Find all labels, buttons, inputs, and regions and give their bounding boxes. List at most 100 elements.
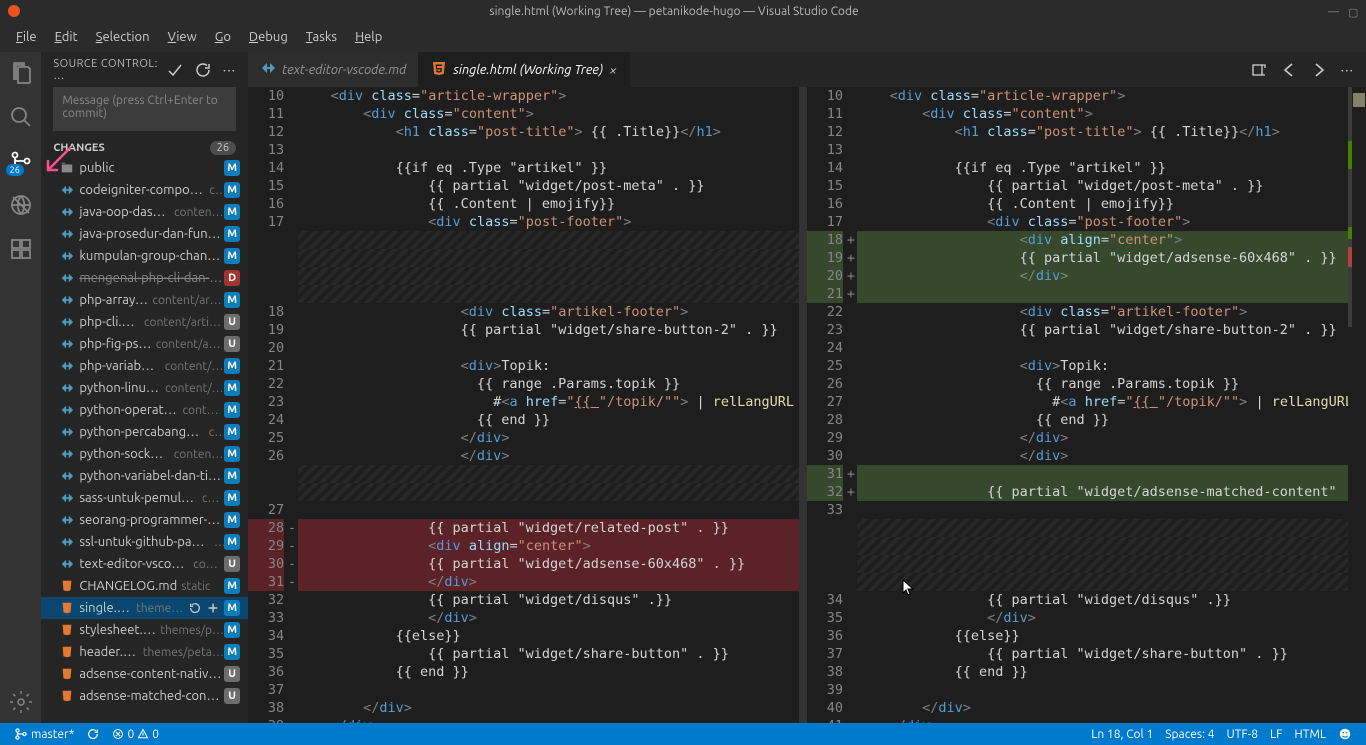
file-item[interactable]: codeigniter-composer.mdc…M [41,179,248,201]
activity-debug-icon[interactable] [8,192,34,218]
menu-edit[interactable]: Edit [47,27,86,47]
file-status-badge: U [224,688,240,704]
file-item[interactable]: php-variabel.mdcontent/ar…M [41,355,248,377]
window-close-button[interactable] [8,5,20,17]
md-icon [59,469,75,483]
status-branch[interactable]: master* [8,727,80,741]
file-item[interactable]: python-operator.mdconten…M [41,399,248,421]
menu-tasks[interactable]: Tasks [298,27,345,47]
activity-extensions-icon[interactable] [8,236,34,262]
code-left[interactable]: <div class="article-wrapper"> <div class… [298,87,799,723]
activity-explorer-icon[interactable] [8,60,34,86]
file-item[interactable]: ssl-untuk-github-pages.md…M [41,531,248,553]
window-minimize-button[interactable]: — [1328,6,1338,16]
commit-icon[interactable] [167,62,183,78]
file-item[interactable]: python-linux.mdcontent/ar…M [41,377,248,399]
file-item[interactable]: python-variabel-dan-tipe-da…M [41,465,248,487]
activity-search-icon[interactable] [8,104,34,130]
file-status-badge: D [224,270,240,286]
file-item[interactable]: single.htmlthemes/p…M [41,597,248,619]
status-language[interactable]: HTML [1288,727,1332,741]
file-list[interactable]: publicMcodeigniter-composer.mdc…Mjava-oo… [41,157,248,723]
diff-editor[interactable]: 10111213141516171819202122232425262728-2… [248,87,1366,723]
overview-ruler[interactable] [1352,87,1366,723]
status-spaces[interactable]: Spaces: 4 [1159,727,1220,741]
status-eol[interactable]: LF [1264,727,1288,741]
folder-icon [59,161,75,175]
file-name: adsense-matched-content.h… [79,689,224,703]
file-path: conten… [183,404,225,417]
file-item[interactable]: text-editor-vscode.mdcont…U [41,553,248,575]
window-controls-left [8,5,20,17]
tab-close-icon[interactable]: × [609,62,617,78]
more-icon[interactable]: ··· [223,62,236,78]
diff-original-pane[interactable]: 10111213141516171819202122232425262728-2… [248,87,807,723]
file-item[interactable]: php-cli.mdcontent/artikelU [41,311,248,333]
file-name: python-variabel-dan-tipe-da… [79,469,224,483]
file-name: text-editor-vscode.md [79,557,189,571]
refresh-icon[interactable] [195,62,211,78]
status-sync[interactable] [80,727,106,741]
md-icon [59,249,75,263]
changes-count: 26 [210,141,236,155]
file-item[interactable]: php-array.mdcontent/artikelM [41,289,248,311]
file-item[interactable]: publicM [41,157,248,179]
commit-message-input[interactable]: Message (press Ctrl+Enter to commit) [53,87,236,131]
file-item[interactable]: header.htmlthemes/petanik…M [41,641,248,663]
code-right[interactable]: <div class="article-wrapper"> <div class… [857,87,1348,723]
file-item[interactable]: sass-untuk-pemula.mdco…M [41,487,248,509]
activity-scm-icon[interactable]: 26 [8,148,34,174]
menu-help[interactable]: Help [347,27,390,47]
menu-file[interactable]: File [8,27,45,47]
activity-settings-icon[interactable] [8,689,34,715]
diff-modified-pane[interactable]: 101112131415161718+19+20+21+222324252627… [807,87,1366,723]
file-path: themes/pet… [160,624,224,637]
file-item[interactable]: java-oop-dasar.mdcontent/…M [41,201,248,223]
file-item[interactable]: php-fig-psr.mdcontent/artikelU [41,333,248,355]
file-name: python-socket.md [79,447,169,461]
file-name: adsense-content-native.htm… [79,667,224,681]
md-icon [59,447,75,461]
file-path: cont… [193,558,224,571]
file-item[interactable]: seorang-programmer-tunan…M [41,509,248,531]
status-encoding[interactable]: UTF-8 [1221,727,1264,741]
status-cursor[interactable]: Ln 18, Col 1 [1085,727,1159,741]
file-item[interactable]: adsense-content-native.htm…U [41,663,248,685]
file-status-badge: M [224,248,240,264]
file-item[interactable]: java-prosedur-dan-fungsi.m…M [41,223,248,245]
file-path: content/artikel [152,294,224,307]
file-status-badge: M [224,490,240,506]
tab-text-editor-vscode[interactable]: text-editor-vscode.md [248,52,419,87]
tab-single-html[interactable]: single.html (Working Tree) × [419,52,630,87]
changes-header[interactable]: CHANGES 26 [41,139,248,157]
window-maximize-button[interactable]: ▢ [1348,6,1358,16]
tabs-actions: ··· [1251,52,1366,87]
menu-selection[interactable]: Selection [88,27,158,47]
file-item[interactable]: python-socket.mdcontent/…M [41,443,248,465]
md-icon [59,293,75,307]
file-item[interactable]: kumpulan-group-channel-b…M [41,245,248,267]
stage-icon[interactable] [206,601,220,615]
file-item[interactable]: adsense-matched-content.h…U [41,685,248,707]
file-item[interactable]: mengenal-php-cli-dan-php-i…D [41,267,248,289]
nav-back-icon[interactable] [1281,62,1297,78]
file-status-badge: M [224,446,240,462]
file-name: codeigniter-composer.md [79,183,205,197]
file-status-badge: M [224,468,240,484]
menu-go[interactable]: Go [207,27,239,47]
file-item[interactable]: stylesheet.htmlthemes/pet…M [41,619,248,641]
file-item[interactable]: CHANGELOG.mdstaticM [41,575,248,597]
editor-more-icon[interactable]: ··· [1341,62,1354,78]
compare-toggle-icon[interactable] [1251,62,1267,78]
file-name: single.html [79,601,132,615]
file-item[interactable]: python-percabangan.mdc…M [41,421,248,443]
status-problems[interactable]: 0 0 [106,728,165,741]
menu-view[interactable]: View [160,27,205,47]
md-icon [59,227,75,241]
left-scrollbar[interactable] [799,87,807,723]
discard-icon[interactable] [188,601,202,615]
file-name: php-fig-psr.md [79,337,151,351]
menu-debug[interactable]: Debug [241,27,296,47]
nav-forward-icon[interactable] [1311,62,1327,78]
status-feedback-icon[interactable] [1332,727,1358,741]
